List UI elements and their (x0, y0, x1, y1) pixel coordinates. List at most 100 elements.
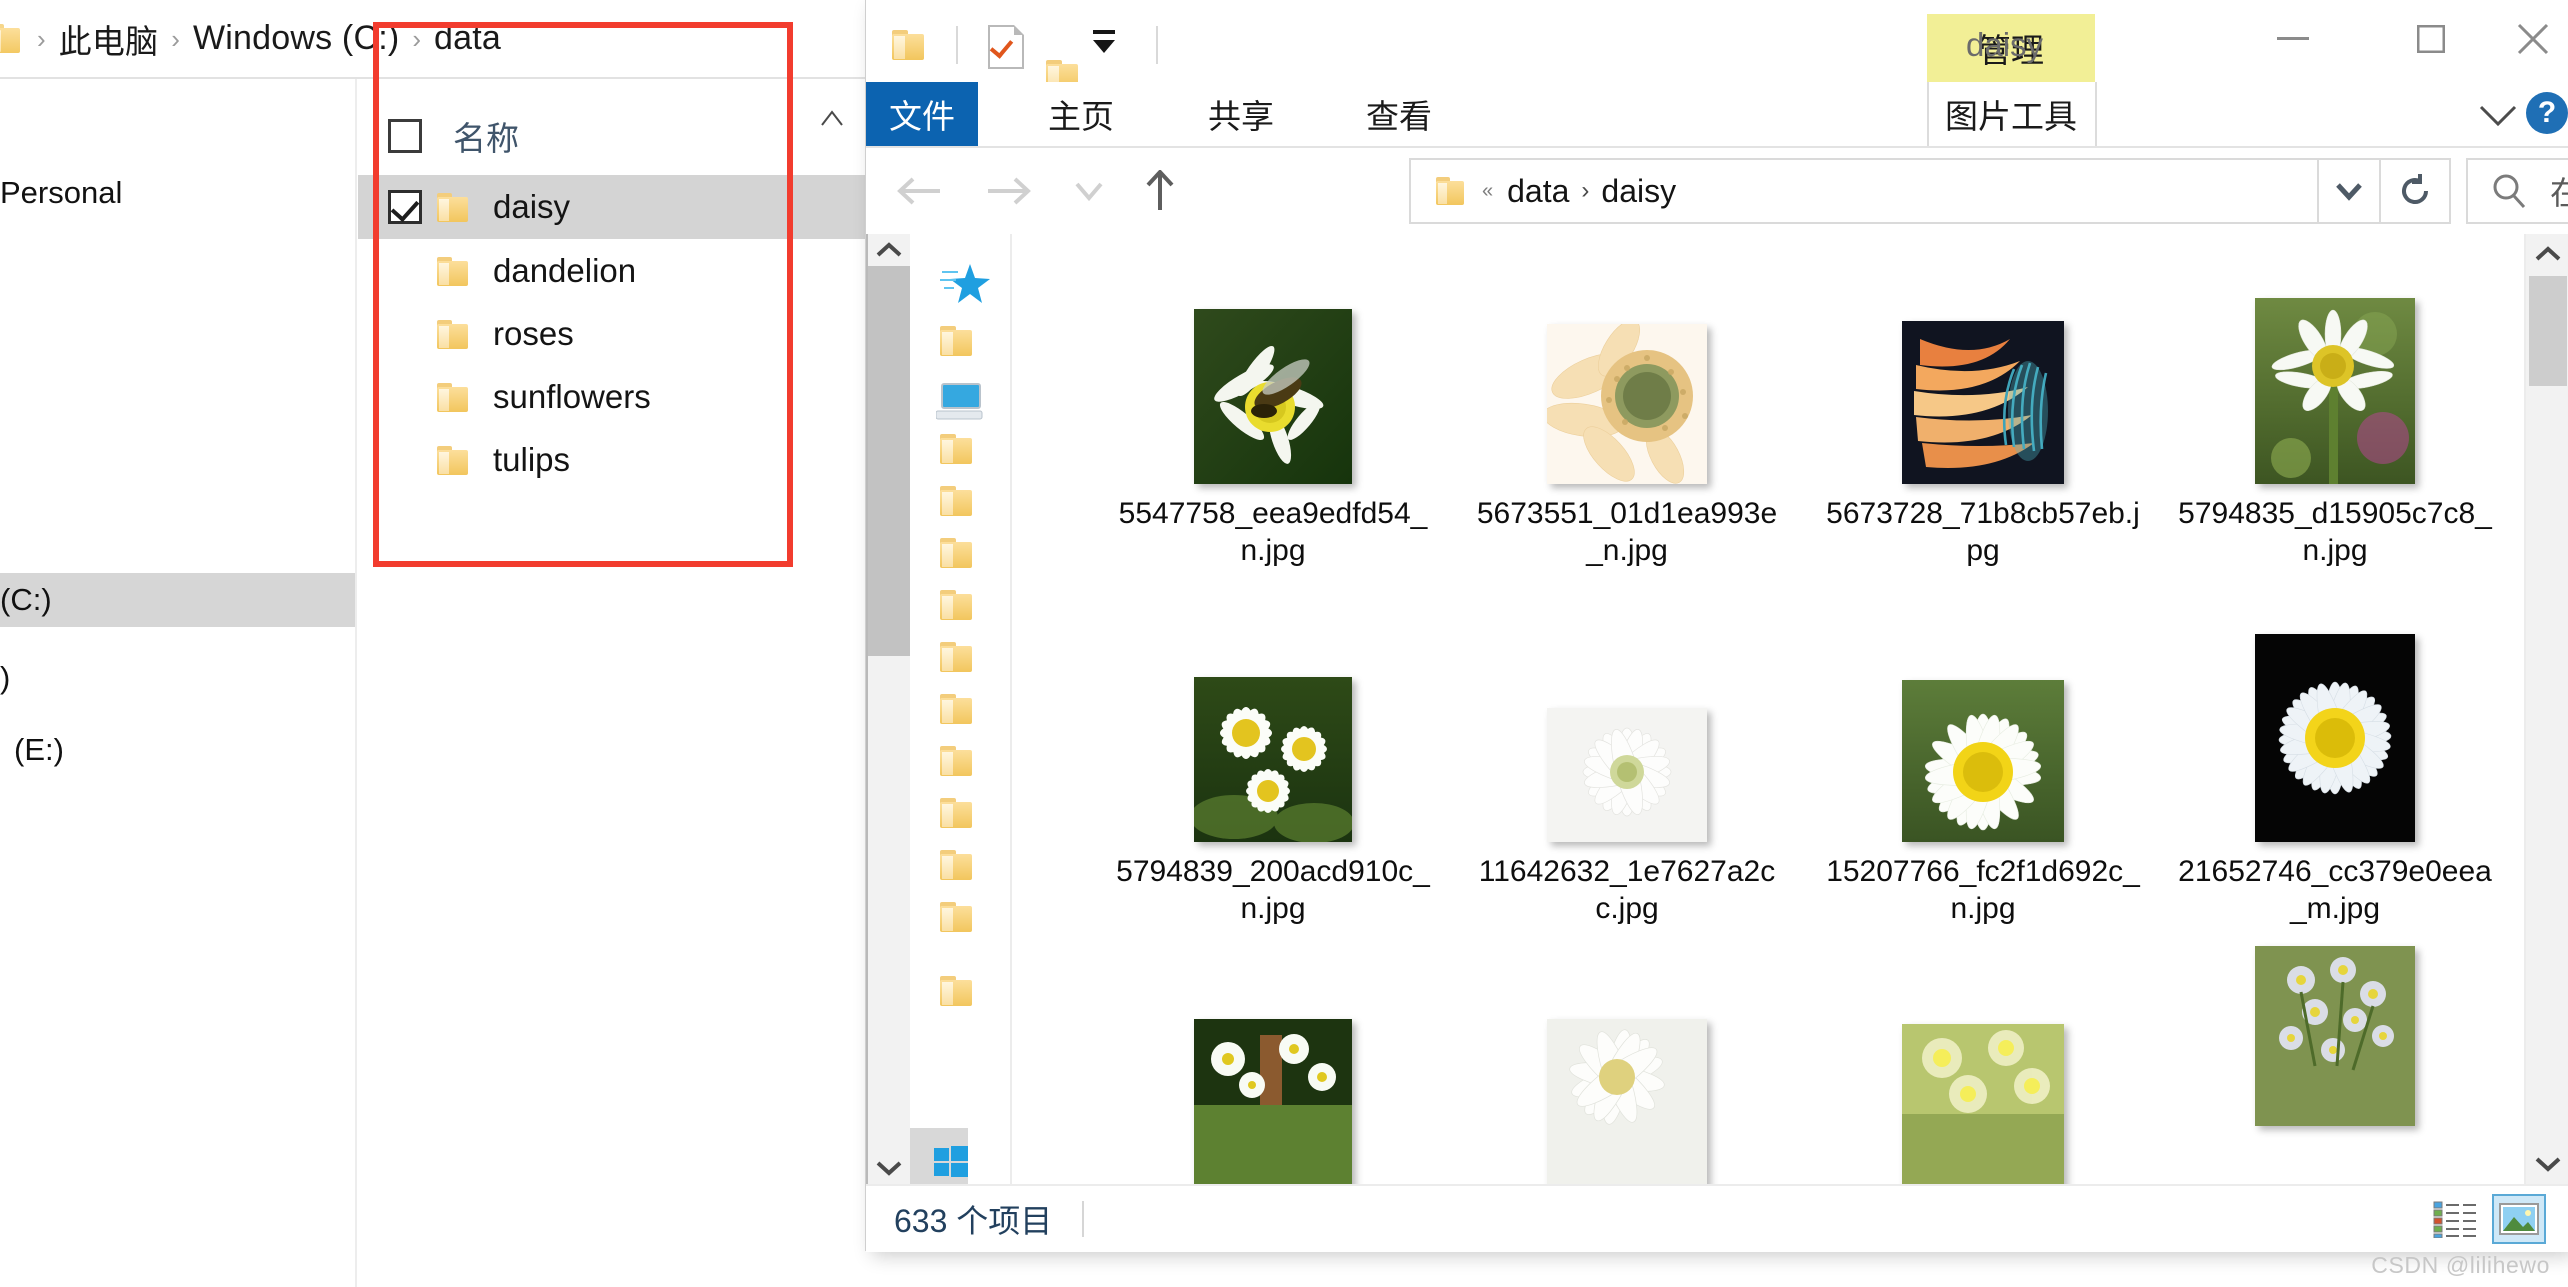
scroll-thumb[interactable] (868, 266, 910, 656)
ribbon-tab-strip: 文件 主页 共享 查看 图片工具 (866, 82, 2568, 146)
large-icons-view-icon (2499, 1203, 2539, 1235)
quick-access-star-icon[interactable] (940, 262, 992, 306)
scroll-up-button[interactable] (2526, 234, 2568, 274)
help-button[interactable]: ? (2526, 92, 2568, 134)
folder-icon (437, 445, 471, 475)
list-item[interactable]: dandelion (358, 239, 880, 303)
file-tile[interactable]: 5547758_eea9edfd54_n.jpg (1110, 294, 1436, 570)
folder-icon[interactable] (940, 434, 974, 464)
list-item[interactable]: daisy (358, 175, 880, 239)
tab-file[interactable]: 文件 (866, 82, 978, 146)
search-input[interactable]: 在 daisy 中搜索 (2466, 158, 2568, 224)
file-tile[interactable]: 21652746_cc379e0eea_m.jpg (2172, 634, 2498, 928)
background-file-list: 名称 daisy dandelion roses sunflowers tuli… (358, 79, 880, 1287)
row-checkbox[interactable] (388, 317, 422, 351)
breadcrumb[interactable]: › 此电脑 › Windows (C:) › data (0, 0, 880, 77)
breadcrumb-item-data[interactable]: data (434, 19, 501, 58)
folder-icon[interactable] (892, 30, 928, 60)
address-crumb-daisy[interactable]: daisy (1601, 173, 1676, 210)
sidebar-item-e-drive[interactable]: (E:) (0, 724, 64, 776)
close-button[interactable] (2488, 0, 2568, 78)
folder-icon[interactable] (940, 902, 974, 932)
scroll-up-button[interactable] (868, 234, 910, 266)
file-tile[interactable]: 15207766_fc2f1d692c_n.jpg (1820, 652, 2146, 928)
minimize-button[interactable] (2248, 0, 2338, 78)
maximize-button[interactable] (2386, 0, 2476, 78)
folder-icon[interactable] (940, 798, 974, 828)
folder-icon (437, 319, 471, 349)
file-tile[interactable] (1110, 1004, 1436, 1184)
file-tile[interactable]: 5794839_200acd910c_n.jpg (1110, 652, 1436, 928)
column-header-row: 名称 (358, 105, 880, 167)
macro-white-daisy-image (1902, 680, 2064, 842)
file-tile[interactable] (1820, 1006, 2146, 1184)
column-header-name[interactable]: 名称 (453, 112, 519, 160)
folder-icon (0, 23, 24, 54)
folder-icon[interactable] (940, 850, 974, 880)
back-button[interactable] (882, 164, 956, 218)
address-dropdown-button[interactable] (2319, 158, 2381, 224)
select-all-checkbox[interactable] (388, 119, 422, 153)
white-daisy-side-image (1547, 1019, 1707, 1184)
address-crumb-separator: › (1581, 177, 1590, 204)
breadcrumb-item-windows-c[interactable]: Windows (C:) (193, 19, 399, 58)
file-tile[interactable]: 5673728_71b8cb57eb.jpg (1820, 294, 2146, 570)
file-tile[interactable]: 11642632_1e7627a2cc.jpg (1464, 652, 1790, 928)
folder-icon[interactable] (940, 694, 974, 724)
folder-icon[interactable] (940, 642, 974, 672)
folder-icon[interactable] (940, 746, 974, 776)
address-crumb-data[interactable]: data (1507, 173, 1569, 210)
sidebar-item-c-drive[interactable]: (C:) (0, 574, 52, 626)
customize-dropdown-icon[interactable] (1093, 30, 1115, 34)
this-pc-icon[interactable] (936, 382, 984, 422)
chevron-down-icon[interactable] (2476, 100, 2520, 130)
windows-logo-icon[interactable] (934, 1146, 968, 1178)
scroll-thumb[interactable] (2529, 276, 2567, 386)
scroll-down-button[interactable] (2526, 1144, 2568, 1184)
refresh-button[interactable] (2381, 158, 2451, 224)
folder-icon[interactable] (940, 538, 974, 568)
tab-home[interactable]: 主页 (1026, 82, 1136, 146)
file-name: 5673728_71b8cb57eb.jpg (1826, 497, 2140, 567)
row-checkbox[interactable] (388, 443, 422, 477)
file-tile[interactable] (2172, 946, 2498, 1138)
folder-icon[interactable] (940, 590, 974, 620)
file-tile[interactable]: 5794835_d15905c7c8_n.jpg (2172, 294, 2498, 570)
folder-icon[interactable] (940, 486, 974, 516)
folder-icon (437, 256, 471, 286)
details-view-button[interactable] (2428, 1194, 2482, 1244)
list-item[interactable]: tulips (358, 428, 880, 492)
scroll-down-button[interactable] (868, 1152, 910, 1184)
folder-icon[interactable] (940, 976, 974, 1006)
ribbon-divider (1927, 82, 1929, 146)
sidebar-item-d-drive[interactable]: ) (0, 652, 10, 704)
file-grid[interactable]: 5547758_eea9edfd54_n.jpg 5673551_01d1ea9… (1012, 234, 2524, 1184)
content-scrollbar[interactable] (2524, 234, 2568, 1184)
daisy-on-black-image (2255, 634, 2415, 842)
sidebar-item-personal[interactable]: Personal (0, 167, 122, 219)
path-overflow-icon[interactable]: « (1482, 180, 1493, 203)
nav-pane-scrollbar[interactable] (866, 234, 910, 1184)
file-tile[interactable]: 5673551_01d1ea993e_n.jpg (1464, 294, 1790, 570)
large-icons-view-button[interactable] (2492, 1194, 2546, 1244)
address-path-field[interactable]: « data › daisy (1409, 158, 2319, 224)
thumbnail (1820, 1006, 2146, 1184)
tab-view[interactable]: 查看 (1344, 82, 1454, 146)
row-checkbox[interactable] (388, 190, 422, 224)
file-tile[interactable] (1464, 1004, 1790, 1184)
cream-gerbera-closeup-image (1547, 324, 1707, 484)
tab-share[interactable]: 共享 (1186, 82, 1296, 146)
breadcrumb-item-this-pc[interactable]: 此电脑 (59, 15, 159, 63)
customize-dropdown-icon[interactable] (1093, 40, 1115, 53)
recent-locations-button[interactable] (1062, 164, 1116, 218)
folder-icon[interactable] (940, 326, 974, 356)
row-checkbox[interactable] (388, 254, 422, 288)
list-item[interactable]: sunflowers (358, 365, 880, 429)
up-button[interactable] (1128, 164, 1192, 218)
list-item[interactable]: roses (358, 302, 880, 366)
properties-checkmark-icon[interactable] (988, 25, 1024, 69)
tab-picture-tools[interactable]: 图片工具 (1927, 82, 2095, 146)
row-checkbox[interactable] (388, 380, 422, 414)
forward-button[interactable] (972, 164, 1046, 218)
navigation-pane[interactable] (866, 234, 1012, 1184)
